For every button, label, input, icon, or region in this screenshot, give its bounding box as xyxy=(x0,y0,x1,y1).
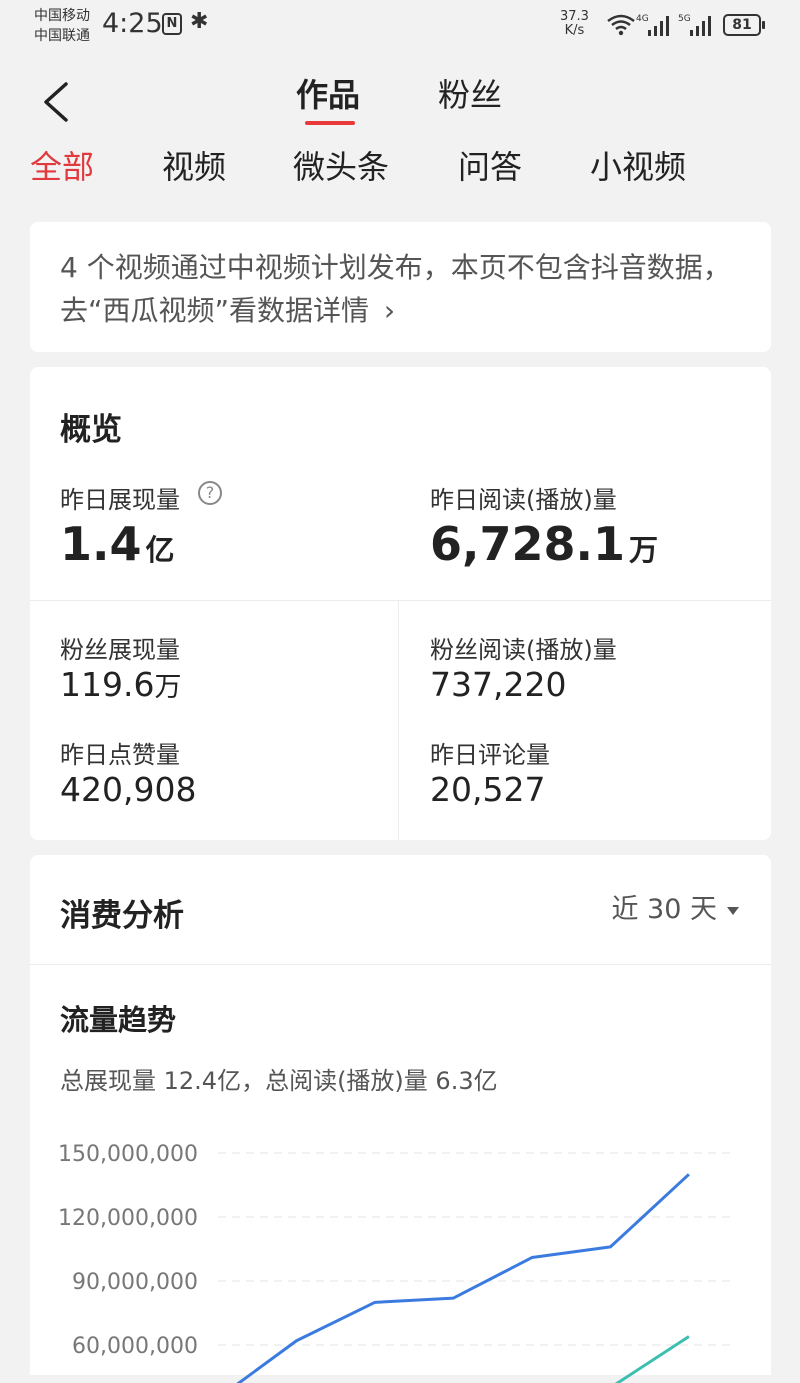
net-type-2: 5G xyxy=(678,14,691,24)
period-selector[interactable]: 近 30 天 xyxy=(611,887,739,926)
fan-reads-label: 粉丝阅读(播放)量 xyxy=(430,636,617,664)
subtab-video[interactable]: 视频 xyxy=(162,142,226,188)
network-speed: 37.3 K/s xyxy=(560,10,589,38)
divider-vertical xyxy=(398,600,399,840)
divider xyxy=(30,964,771,965)
back-arrow-icon[interactable] xyxy=(36,78,84,126)
y-tick-label: 60,000,000 xyxy=(72,1334,198,1359)
bluetooth-icon: ✱ xyxy=(190,9,209,34)
period-label: 近 30 天 xyxy=(611,894,717,925)
carrier-1: 中国移动 xyxy=(34,8,90,24)
series-line-0 xyxy=(236,1173,690,1383)
tab-works[interactable]: 作品 xyxy=(296,70,360,116)
fan-reads-value: 737,220 xyxy=(430,665,567,704)
carrier-labels: 中国移动 中国联通 xyxy=(34,6,90,46)
consumption-card: 消费分析 近 30 天 流量趋势 总展现量 12.4亿，总阅读(播放)量 6.3… xyxy=(30,855,771,1383)
y-tick-label: 120,000,000 xyxy=(58,1206,198,1231)
status-time: 4:25 xyxy=(102,8,163,39)
notice-text[interactable]: 4 个视频通过中视频计划发布，本页不包含抖音数据，去“西瓜视频”看数据详情 › xyxy=(60,246,740,332)
fan-impressions-label: 粉丝展现量 xyxy=(60,636,180,664)
active-tab-indicator xyxy=(305,121,355,125)
overview-title: 概览 xyxy=(60,412,122,448)
yesterday-comments-value: 20,527 xyxy=(430,770,546,809)
battery-icon: 81 xyxy=(723,14,765,36)
traffic-trend-chart: 150,000,000 120,000,000 90,000,000 60,000,0… xyxy=(58,1142,736,1383)
fan-impressions-value: 119.6万 xyxy=(60,665,182,704)
chevron-right-icon: › xyxy=(383,294,396,327)
dropdown-arrow-icon xyxy=(727,906,739,915)
divider xyxy=(30,600,771,601)
subtab-qa[interactable]: 问答 xyxy=(458,142,522,188)
status-bar: 中国移动 中国联通 4:25 N ✱ 37.3 K/s 4G 5G 81 xyxy=(0,0,800,50)
notice-message: 4 个视频通过中视频计划发布，本页不包含抖音数据，去“西瓜视频”看数据详情 xyxy=(60,251,731,327)
yesterday-likes-value: 420,908 xyxy=(60,770,197,809)
carrier-2: 中国联通 xyxy=(34,28,90,44)
yesterday-reads-label: 昨日阅读(播放)量 xyxy=(430,486,617,514)
yesterday-impressions-value: 1.4 亿 xyxy=(60,517,175,571)
speed-value: 37.3 xyxy=(560,9,589,24)
yesterday-impressions-label: 昨日展现量 xyxy=(60,486,180,514)
subtab-all[interactable]: 全部 xyxy=(30,142,94,188)
net-type-1: 4G xyxy=(636,14,649,24)
y-tick-label: 90,000,000 xyxy=(72,1270,198,1295)
nfc-icon: N xyxy=(162,13,182,35)
signal-4g-icon: 4G xyxy=(636,14,669,36)
overview-card: 概览 昨日展现量 ? 1.4 亿 昨日阅读(播放)量 6,728.1 万 粉丝展现量… xyxy=(30,367,771,840)
signal-5g-icon: 5G xyxy=(678,14,711,36)
yesterday-likes-label: 昨日点赞量 xyxy=(60,741,180,769)
series-line-1 xyxy=(614,1335,690,1383)
consumption-title: 消费分析 xyxy=(60,898,184,934)
subtab-short-video[interactable]: 小视频 xyxy=(590,142,686,188)
subtab-micro-headline[interactable]: 微头条 xyxy=(293,142,389,188)
help-icon[interactable]: ? xyxy=(198,481,222,505)
y-tick-label: 150,000,000 xyxy=(58,1142,198,1167)
tab-fans[interactable]: 粉丝 xyxy=(438,70,502,116)
trend-title: 流量趋势 xyxy=(60,1003,177,1037)
yesterday-reads-value: 6,728.1 万 xyxy=(430,517,658,571)
trend-summary: 总展现量 12.4亿，总阅读(播放)量 6.3亿 xyxy=(60,1067,498,1095)
speed-unit: K/s xyxy=(564,23,585,38)
yesterday-comments-label: 昨日评论量 xyxy=(430,741,550,769)
wifi-icon xyxy=(607,14,635,36)
notice-card[interactable]: 4 个视频通过中视频计划发布，本页不包含抖音数据，去“西瓜视频”看数据详情 › xyxy=(30,222,771,352)
